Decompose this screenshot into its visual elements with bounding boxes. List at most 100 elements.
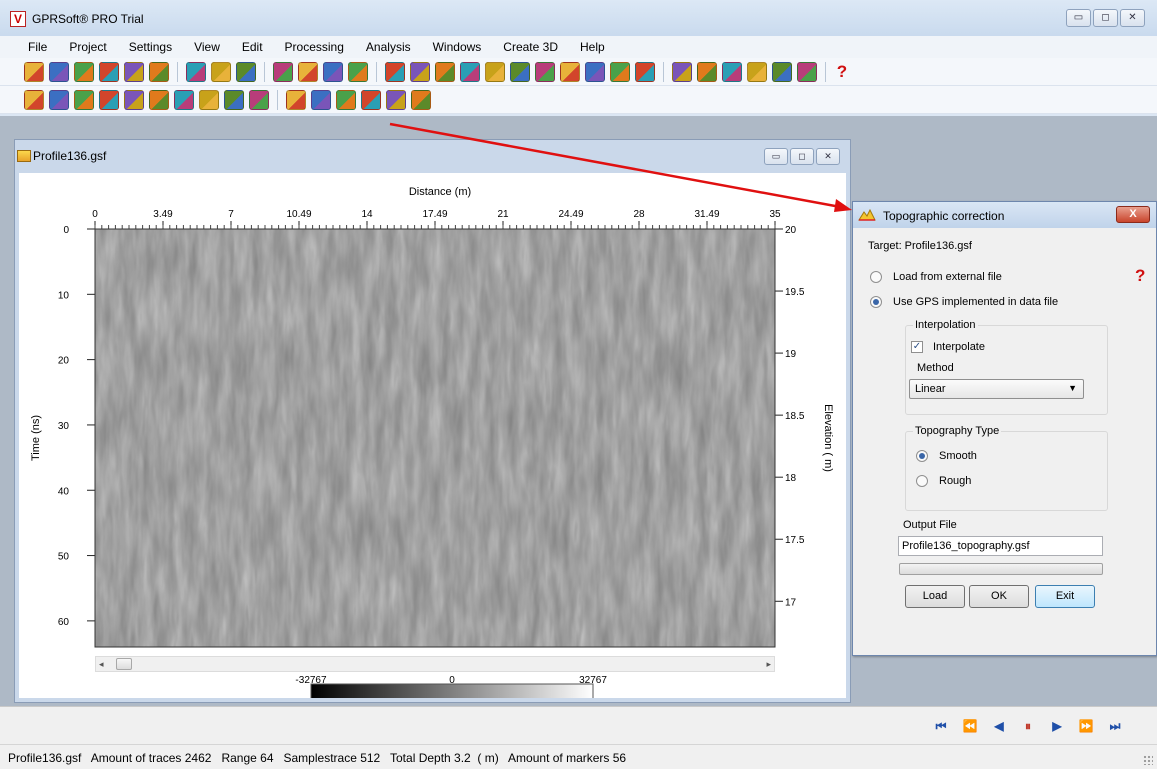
cross-icon[interactable]: [124, 89, 144, 110]
minimize-button[interactable]: ▭: [1066, 9, 1091, 27]
y-right-tick-label: 18.5: [785, 411, 805, 422]
radio-smooth[interactable]: [916, 450, 928, 462]
radio-load-external[interactable]: [870, 271, 882, 283]
y-right-tick-label: 18: [785, 473, 797, 484]
menu-file[interactable]: File: [28, 40, 47, 54]
interpolate-checkbox[interactable]: ✓: [911, 341, 923, 353]
play-icon[interactable]: ▶: [1049, 719, 1065, 733]
pause-icon[interactable]: ⏸: [1020, 719, 1036, 733]
profile-view-icon[interactable]: [273, 61, 293, 82]
pdf-icon[interactable]: [124, 61, 144, 82]
redo-icon[interactable]: [410, 61, 430, 82]
dialog-close-button[interactable]: X: [1116, 206, 1150, 223]
y-axis-right-title: Elevation ( m): [822, 404, 834, 472]
exit-button[interactable]: Exit: [1035, 585, 1095, 608]
menu-view[interactable]: View: [194, 40, 220, 54]
tree-branch-icon[interactable]: [336, 89, 356, 110]
refresh-icon[interactable]: [585, 61, 605, 82]
funnel-icon[interactable]: [74, 89, 94, 110]
epsilon-icon[interactable]: [174, 89, 194, 110]
scroll-right-icon[interactable]: ▸: [766, 657, 771, 671]
last-icon[interactable]: ⏭: [1107, 719, 1123, 733]
note-icon[interactable]: [49, 89, 69, 110]
ok-button[interactable]: OK: [969, 585, 1029, 608]
print-icon[interactable]: [99, 61, 119, 82]
menu-edit[interactable]: Edit: [242, 40, 263, 54]
interpolate-label[interactable]: Interpolate: [933, 341, 985, 353]
menu-windows[interactable]: Windows: [433, 40, 482, 54]
pointer-icon[interactable]: [286, 89, 306, 110]
save-as-icon[interactable]: [74, 61, 94, 82]
camera-icon[interactable]: [149, 61, 169, 82]
output-file-input[interactable]: Profile136_topography.gsf: [898, 536, 1103, 556]
profile-close-button[interactable]: ✕: [816, 148, 840, 165]
fast-back-icon[interactable]: ⏪: [962, 719, 978, 733]
title-bar: V GPRSoft® PRO Trial ▭ ◻ ✕: [0, 0, 1157, 36]
palette-icon[interactable]: [672, 61, 692, 82]
menu-create-3d[interactable]: Create 3D: [503, 40, 558, 54]
arc-tool-icon[interactable]: [435, 61, 455, 82]
binary-icon[interactable]: [199, 89, 219, 110]
x-tick-label: 14: [361, 209, 373, 220]
settings-network-icon[interactable]: [348, 61, 368, 82]
scissors-icon[interactable]: [510, 61, 530, 82]
exit-icon[interactable]: [797, 61, 817, 82]
table-icon[interactable]: [323, 61, 343, 82]
radio-load-external-label[interactable]: Load from external file: [893, 271, 1002, 283]
radio-use-gps-label[interactable]: Use GPS implemented in data file: [893, 296, 1058, 308]
first-icon[interactable]: ⏮: [933, 719, 949, 733]
grid-image-icon[interactable]: [535, 61, 555, 82]
close-button[interactable]: ✕: [1120, 9, 1145, 27]
numbers-icon[interactable]: [485, 61, 505, 82]
radio-rough[interactable]: [916, 475, 928, 487]
menu-processing[interactable]: Processing: [285, 40, 344, 54]
menu-analysis[interactable]: Analysis: [366, 40, 411, 54]
layers-icon[interactable]: [747, 61, 767, 82]
draw-icon[interactable]: [635, 61, 655, 82]
notes-icon[interactable]: [236, 61, 256, 82]
fast-forward-icon[interactable]: ⏩: [1078, 719, 1094, 733]
pen-tool-icon[interactable]: [460, 61, 480, 82]
profile-minimize-button[interactable]: ▭: [764, 148, 788, 165]
radargram-plot[interactable]: Distance (m) 0 3.49 7 10.49 14 17.49 21 24.49 28…: [19, 173, 846, 698]
scroll-thumb[interactable]: [116, 658, 132, 670]
scroll-left-icon[interactable]: ◂: [99, 657, 104, 671]
back-icon[interactable]: ◀: [991, 719, 1007, 733]
help-icon[interactable]: ?: [1135, 266, 1145, 286]
peaks-icon[interactable]: [772, 61, 792, 82]
menu-help[interactable]: Help: [580, 40, 605, 54]
branch-icon[interactable]: [224, 89, 244, 110]
check-list-icon[interactable]: [211, 61, 231, 82]
method-select[interactable]: Linear ▼: [909, 379, 1084, 399]
grid-icon[interactable]: [610, 61, 630, 82]
tree-icon[interactable]: [722, 61, 742, 82]
horizontal-scrollbar[interactable]: ◂ ▸: [95, 656, 775, 672]
radio-smooth-label[interactable]: Smooth: [939, 450, 977, 462]
open-folder-icon[interactable]: [24, 61, 44, 82]
profile-list-icon[interactable]: [298, 61, 318, 82]
app-title: GPRSoft® PRO Trial: [32, 12, 144, 26]
monitor-icon[interactable]: [411, 89, 431, 110]
check-tool-icon[interactable]: [186, 61, 206, 82]
menu-project[interactable]: Project: [69, 40, 106, 54]
antenna-icon[interactable]: [99, 89, 119, 110]
filter-icon[interactable]: [24, 89, 44, 110]
topography-icon[interactable]: [311, 89, 331, 110]
radio-rough-label[interactable]: Rough: [939, 475, 971, 487]
layers-stack-icon[interactable]: [361, 89, 381, 110]
zoom-icon[interactable]: [697, 61, 717, 82]
y-left-tick-label: 10: [58, 290, 70, 301]
undo-icon[interactable]: [385, 61, 405, 82]
load-button[interactable]: Load: [905, 585, 965, 608]
save-icon[interactable]: [49, 61, 69, 82]
stacked-colors-icon[interactable]: [386, 89, 406, 110]
help-icon[interactable]: ?: [834, 62, 850, 82]
hyperbola-icon[interactable]: [249, 89, 269, 110]
comb-icon[interactable]: [149, 89, 169, 110]
menu-settings[interactable]: Settings: [129, 40, 172, 54]
profile-maximize-button[interactable]: ◻: [790, 148, 814, 165]
radio-use-gps[interactable]: [870, 296, 882, 308]
resize-grip-icon[interactable]: [1143, 755, 1153, 765]
maximize-button[interactable]: ◻: [1093, 9, 1118, 27]
arrows-icon[interactable]: [560, 61, 580, 82]
